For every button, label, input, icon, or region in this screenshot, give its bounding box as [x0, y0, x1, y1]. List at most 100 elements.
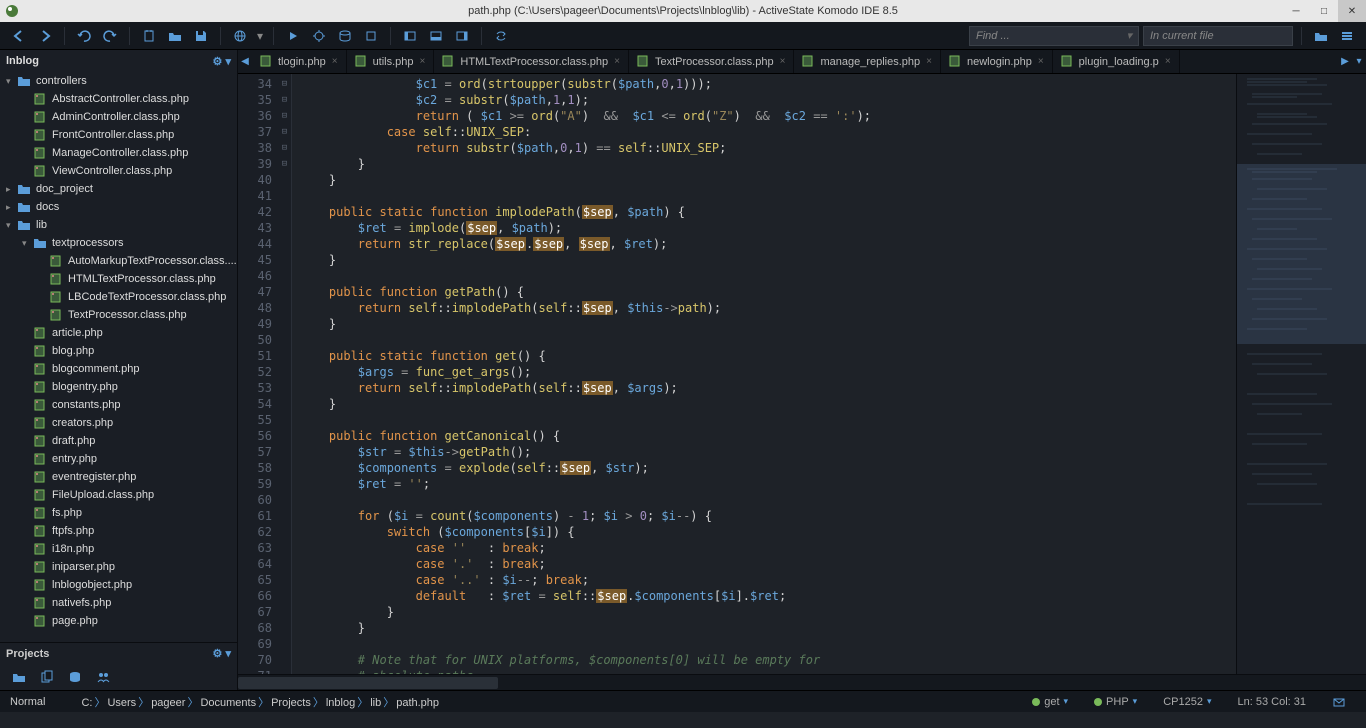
nav-forward-icon[interactable] — [34, 25, 56, 47]
tree-file[interactable]: ViewController.class.php — [0, 162, 237, 180]
folder-icon[interactable] — [12, 670, 26, 684]
tree-item-label: controllers — [36, 75, 87, 87]
close-icon[interactable]: × — [420, 56, 426, 67]
tree-file[interactable]: blogentry.php — [0, 378, 237, 396]
tree-file[interactable]: draft.php — [0, 432, 237, 450]
editor-tab[interactable]: TextProcessor.class.php× — [629, 50, 794, 73]
editor-tab[interactable]: utils.php× — [347, 50, 435, 73]
breadcrumb-segment[interactable]: C: — [81, 697, 92, 709]
symbol-indicator[interactable]: get▾ — [1032, 696, 1068, 708]
gear-icon[interactable]: ⚙ ▾ — [213, 647, 231, 660]
close-icon[interactable]: × — [926, 56, 932, 67]
editor-tab[interactable]: HTMLTextProcessor.class.php× — [434, 50, 629, 73]
language-indicator[interactable]: PHP▾ — [1094, 696, 1137, 708]
tool-icon[interactable] — [360, 25, 382, 47]
tab-scroll-left-icon[interactable]: ◀ — [238, 50, 252, 73]
chevron-down-icon[interactable]: ▾ — [255, 25, 265, 47]
tree-file[interactable]: iniparser.php — [0, 558, 237, 576]
tree-file[interactable]: ManageController.class.php — [0, 144, 237, 162]
encoding-indicator[interactable]: CP1252▾ — [1163, 696, 1211, 708]
tree-file[interactable]: page.php — [0, 612, 237, 630]
menu-icon[interactable] — [1336, 25, 1358, 47]
editor-tab[interactable]: tlogin.php× — [252, 50, 347, 73]
globe-icon[interactable] — [229, 25, 251, 47]
users-icon[interactable] — [96, 670, 110, 684]
editor-tab[interactable]: manage_replies.php× — [794, 50, 941, 73]
tree-file[interactable]: AbstractController.class.php — [0, 90, 237, 108]
tree-file[interactable]: FrontController.class.php — [0, 126, 237, 144]
sync-icon[interactable] — [490, 25, 512, 47]
find-input[interactable]: Find ...▾ — [969, 26, 1139, 46]
close-icon[interactable]: × — [1165, 56, 1171, 67]
open-file-icon[interactable] — [164, 25, 186, 47]
files-icon[interactable] — [40, 670, 54, 684]
breadcrumbs[interactable]: C:〉Users〉pageer〉Documents〉Projects〉lnblo… — [81, 694, 439, 710]
breadcrumb-segment[interactable]: Documents — [200, 697, 256, 709]
database-icon[interactable] — [68, 670, 82, 684]
panel-bottom-icon[interactable] — [425, 25, 447, 47]
php-file-icon — [32, 470, 48, 484]
minimize-button[interactable]: ─ — [1282, 0, 1310, 22]
editor-tab[interactable]: newlogin.php× — [941, 50, 1053, 73]
tree-folder[interactable]: ▾textprocessors — [0, 234, 237, 252]
nav-back-icon[interactable] — [8, 25, 30, 47]
folder-icon[interactable] — [1310, 25, 1332, 47]
tree-file[interactable]: constants.php — [0, 396, 237, 414]
database-icon[interactable] — [334, 25, 356, 47]
close-icon[interactable]: × — [780, 56, 786, 67]
horizontal-scrollbar[interactable] — [238, 674, 1366, 690]
close-icon[interactable]: × — [332, 56, 338, 67]
close-icon[interactable]: × — [614, 56, 620, 67]
breadcrumb-segment[interactable]: Users — [107, 697, 136, 709]
tree-file[interactable]: nativefs.php — [0, 594, 237, 612]
tree-file[interactable]: TextProcessor.class.php — [0, 306, 237, 324]
tree-file[interactable]: LBCodeTextProcessor.class.php — [0, 288, 237, 306]
find-scope-select[interactable]: In current file — [1143, 26, 1293, 46]
tree-file[interactable]: creators.php — [0, 414, 237, 432]
play-icon[interactable] — [282, 25, 304, 47]
tree-file[interactable]: article.php — [0, 324, 237, 342]
tree-file[interactable]: AdminController.class.php — [0, 108, 237, 126]
redo-icon[interactable] — [99, 25, 121, 47]
php-file-icon — [48, 254, 64, 268]
breadcrumb-segment[interactable]: Projects — [271, 697, 311, 709]
tree-file[interactable]: lnblogobject.php — [0, 576, 237, 594]
fold-gutter[interactable]: ⊟ ⊟ ⊟ ⊟ ⊟ ⊟ — [278, 74, 292, 674]
tree-file[interactable]: i18n.php — [0, 540, 237, 558]
editor-tab[interactable]: plugin_loading.p× — [1053, 50, 1180, 73]
tree-file[interactable]: FileUpload.class.php — [0, 486, 237, 504]
panel-right-icon[interactable] — [451, 25, 473, 47]
php-file-icon — [32, 416, 48, 430]
tab-list-icon[interactable]: ▾ — [1352, 50, 1366, 73]
debug-icon[interactable] — [308, 25, 330, 47]
notification-icon[interactable] — [1332, 695, 1346, 709]
close-icon[interactable]: × — [1038, 56, 1044, 67]
tree-file[interactable]: AutoMarkupTextProcessor.class.... — [0, 252, 237, 270]
code-editor[interactable]: $c1 = ord(strtoupper(substr($path,0,1)))… — [292, 74, 1236, 674]
tree-folder[interactable]: ▾controllers — [0, 72, 237, 90]
breadcrumb-segment[interactable]: lib — [370, 697, 381, 709]
save-icon[interactable] — [190, 25, 212, 47]
tree-file[interactable]: ftpfs.php — [0, 522, 237, 540]
tree-folder[interactable]: ▸docs — [0, 198, 237, 216]
new-file-icon[interactable] — [138, 25, 160, 47]
close-button[interactable]: ✕ — [1338, 0, 1366, 22]
scrollbar-thumb[interactable] — [238, 677, 498, 689]
tab-scroll-right-icon[interactable]: ▶ — [1338, 50, 1352, 73]
tree-file[interactable]: blogcomment.php — [0, 360, 237, 378]
minimap[interactable] — [1236, 74, 1366, 674]
breadcrumb-segment[interactable]: path.php — [396, 697, 439, 709]
tree-file[interactable]: HTMLTextProcessor.class.php — [0, 270, 237, 288]
tree-file[interactable]: fs.php — [0, 504, 237, 522]
tree-folder[interactable]: ▾lib — [0, 216, 237, 234]
tree-file[interactable]: eventregister.php — [0, 468, 237, 486]
breadcrumb-segment[interactable]: pageer — [151, 697, 185, 709]
tree-folder[interactable]: ▸doc_project — [0, 180, 237, 198]
gear-icon[interactable]: ⚙ ▾ — [213, 55, 231, 68]
tree-file[interactable]: entry.php — [0, 450, 237, 468]
maximize-button[interactable]: □ — [1310, 0, 1338, 22]
tree-file[interactable]: blog.php — [0, 342, 237, 360]
undo-icon[interactable] — [73, 25, 95, 47]
panel-left-icon[interactable] — [399, 25, 421, 47]
breadcrumb-segment[interactable]: lnblog — [326, 697, 355, 709]
